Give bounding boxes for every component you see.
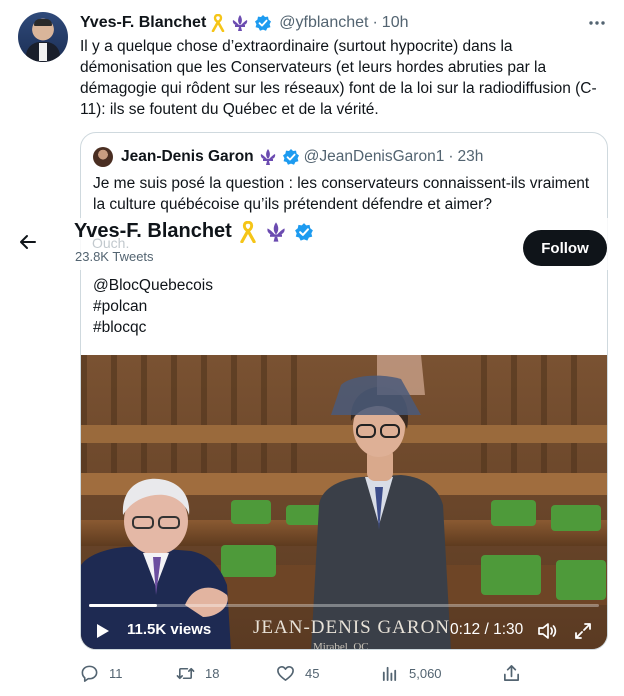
quote-header: Jean-Denis Garon @JeanDenisGaron1 · 23h: [93, 146, 483, 168]
volume-icon[interactable]: [537, 621, 557, 641]
fleur-de-lis-icon: [233, 15, 248, 31]
view-count: 5,060: [409, 666, 442, 681]
profile-name-row: Yves-F. Blanchet: [74, 220, 314, 243]
heart-icon: [277, 666, 294, 681]
tweet-text: Il y a quelque chose d’extraordinaire (s…: [80, 38, 597, 118]
video-progress-bar[interactable]: [89, 604, 599, 607]
verified-badge-icon: [255, 15, 272, 31]
yellow-ribbon-icon: [240, 220, 256, 243]
mention-link[interactable]: @BlocQuebecois: [93, 275, 213, 296]
analytics-icon: [382, 666, 397, 682]
video-player[interactable]: 11.5K views JEAN-DENIS GARON Mirabel, QC…: [81, 355, 607, 650]
reply-button[interactable]: 11: [80, 664, 123, 683]
retweet-count: 18: [205, 666, 220, 681]
video-view-count: 11.5K views: [127, 621, 212, 638]
avatar-hair: [34, 19, 52, 26]
profile-sticky-header: Ouch. Yves-F. Blanchet 23.8K Tweets Foll…: [0, 218, 624, 270]
tweet[interactable]: Yves-F. Blanchet @yfblanchet · 10h Il y …: [0, 0, 624, 696]
video-progress-fill: [89, 604, 157, 607]
video-caption-location: Mirabel, QC: [313, 641, 369, 650]
back-arrow-icon[interactable]: [18, 232, 38, 252]
author-name[interactable]: Yves-F. Blanchet: [80, 14, 206, 32]
verified-badge-icon: [294, 222, 313, 241]
profile-name: Yves-F. Blanchet: [74, 220, 232, 242]
fullscreen-icon[interactable]: [573, 621, 593, 641]
avatar-shirt: [39, 43, 47, 61]
tweet-time[interactable]: 10h: [382, 14, 409, 32]
quoted-tweet[interactable]: Jean-Denis Garon @JeanDenisGaron1 · 23h …: [80, 132, 608, 650]
retweet-button[interactable]: 18: [176, 664, 219, 683]
fleur-de-lis-icon: [260, 149, 275, 165]
fleur-de-lis-icon: [267, 221, 285, 242]
author-avatar[interactable]: [18, 12, 68, 62]
video-controls: 11.5K views JEAN-DENIS GARON Mirabel, QC…: [81, 611, 607, 650]
retweet-icon: [176, 667, 195, 680]
reply-count: 11: [109, 666, 123, 681]
reply-icon: [81, 665, 98, 682]
profile-tweet-count: 23.8K Tweets: [75, 249, 154, 264]
tweet-action-bar: 11 18 45 5,060: [80, 660, 608, 688]
author-handle[interactable]: @yfblanchet: [279, 14, 368, 32]
follow-button[interactable]: Follow: [523, 230, 607, 266]
yellow-ribbon-icon: [211, 14, 225, 32]
hashtag-link[interactable]: #polcan: [93, 296, 213, 317]
play-icon[interactable]: [95, 623, 111, 639]
quote-author-handle[interactable]: @JeanDenisGaron1: [304, 148, 445, 166]
quote-tags: @BlocQuebecois #polcan #blocqc: [93, 275, 213, 338]
views-button[interactable]: 5,060: [380, 664, 442, 683]
tweet-header: Yves-F. Blanchet @yfblanchet · 10h: [80, 12, 409, 34]
quote-author-avatar[interactable]: [93, 147, 113, 167]
share-button[interactable]: [502, 664, 521, 683]
quote-author-name[interactable]: Jean-Denis Garon: [121, 148, 254, 166]
separator-dot: ·: [372, 14, 378, 31]
quote-time[interactable]: 23h: [458, 148, 484, 166]
quote-text: Je me suis posé la question : les conser…: [93, 175, 590, 213]
separator-dot: ·: [448, 148, 454, 165]
share-icon: [503, 665, 520, 682]
like-count: 45: [305, 666, 320, 681]
more-options-icon[interactable]: [588, 14, 606, 32]
video-caption-lower-third: JEAN-DENIS GARON: [253, 617, 451, 638]
hashtag-link[interactable]: #blocqc: [93, 317, 213, 338]
video-time: 0:12 / 1:30: [450, 621, 524, 638]
like-button[interactable]: 45: [276, 664, 319, 683]
verified-badge-icon: [282, 149, 299, 165]
